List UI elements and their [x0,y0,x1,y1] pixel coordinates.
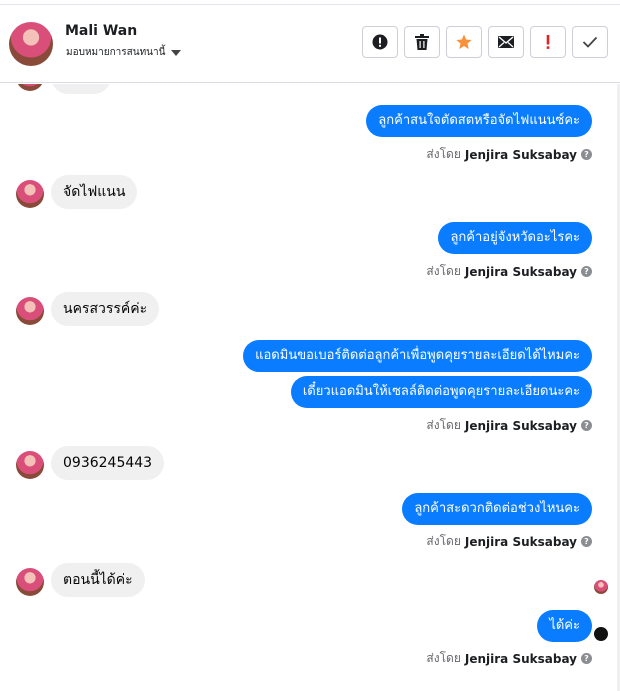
message-bubble-outgoing[interactable]: ลูกค้าอยู่จังหวัดอะไรคะ [438,222,592,254]
message-bubble-incoming[interactable]: นครสวรรค์ค่ะ [51,292,160,326]
mail-button[interactable] [488,26,524,58]
sent-by-label: ส่งโดย Jenjira Suksabay? [426,145,592,164]
star-button[interactable] [446,26,482,58]
message-bubble-incoming[interactable]: จัดไฟแนน [51,175,138,209]
sent-by-label: ส่งโดย Jenjira Suksabay? [426,532,592,551]
done-button[interactable] [572,26,608,58]
contact-name[interactable]: Mali Wan [65,23,137,39]
important-button[interactable] [530,26,566,58]
help-icon[interactable]: ? [581,536,592,547]
message-bubble-outgoing[interactable]: ลูกค้าสนใจตัดสตหรือจัดไฟแนนซ์คะ [366,105,592,137]
caret-down-icon [171,50,182,56]
trash-icon [415,34,429,50]
star-icon [456,34,472,49]
avatar[interactable] [9,22,53,66]
avatar [16,180,44,208]
message-bubble-incoming-partial [51,84,111,94]
message-bubble-incoming[interactable]: ตอนนี้ได้ค่ะ [51,563,145,597]
message-bubble-incoming[interactable]: 0936245443 [51,446,165,480]
help-icon[interactable]: ? [581,420,592,431]
exclamation-icon [546,35,550,49]
read-receipt-avatar [594,580,608,594]
message-bubble-outgoing[interactable]: แอดมินขอเบอร์ติดต่อลูกค้าเพื่อพูดคุยรายล… [243,340,592,372]
message-bubble-outgoing[interactable]: เดี๋ยวแอดมินให้เซลล์ติดต่อพูดคุยรายละเอี… [290,376,592,408]
seen-indicator-icon [594,627,608,641]
check-icon [582,36,598,48]
alert-icon [372,34,388,50]
assign-label: มอบหมายการสนทนานี้ [66,47,166,58]
message-bubble-outgoing[interactable]: ได้ค่ะ [537,610,592,642]
mail-icon [498,36,514,48]
conversation-header: Mali Wan มอบหมายการสนทนานี้ [0,5,620,83]
avatar [16,568,44,596]
action-toolbar [362,26,608,58]
message-feed[interactable]: ลูกค้าสนใจตัดสตหรือจัดไฟแนนซ์คะ ส่งโดย Je… [0,84,620,691]
avatar [16,84,44,91]
avatar [16,297,44,325]
assign-dropdown[interactable]: มอบหมายการสนทนานี้ [66,45,182,60]
avatar [16,451,44,479]
alert-button[interactable] [362,26,398,58]
delete-button[interactable] [404,26,440,58]
help-icon[interactable]: ? [581,653,592,664]
sent-by-label: ส่งโดย Jenjira Suksabay? [426,416,592,435]
sent-by-label: ส่งโดย Jenjira Suksabay? [426,262,592,281]
sent-by-label: ส่งโดย Jenjira Suksabay? [426,649,592,668]
help-icon[interactable]: ? [581,149,592,160]
help-icon[interactable]: ? [581,266,592,277]
message-bubble-outgoing[interactable]: ลูกค้าสะดวกติดต่อช่วงไหนคะ [402,493,592,525]
